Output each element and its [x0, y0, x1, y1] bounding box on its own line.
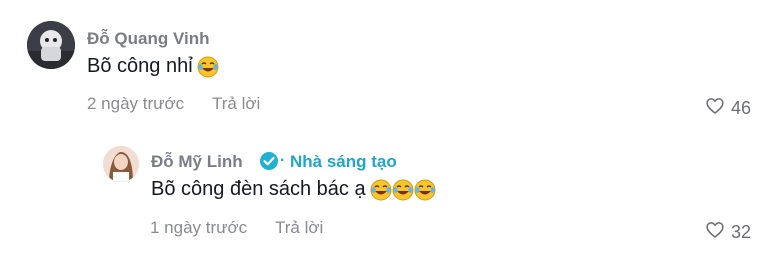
- heart-outline-icon: [705, 220, 725, 245]
- comment-text: Bõ công đèn sách bác ạ: [151, 178, 436, 201]
- like-button[interactable]: 46: [705, 96, 751, 121]
- like-count: 46: [731, 98, 752, 118]
- like-button[interactable]: 32: [705, 220, 751, 245]
- reply-button[interactable]: Trả lời: [212, 94, 260, 114]
- comment-time: 2 ngày trước: [87, 94, 185, 113]
- comment-text-content: Bõ công nhỉ: [87, 55, 193, 77]
- comment-text: Bõ công nhỉ: [87, 55, 219, 78]
- heart-outline-icon: [705, 96, 725, 121]
- username[interactable]: Đỗ Quang Vinh: [87, 29, 209, 49]
- laughing-tears-emoji-icon: [370, 179, 392, 201]
- like-count: 32: [731, 222, 752, 242]
- avatar[interactable]: [103, 146, 139, 182]
- username[interactable]: Đỗ Mỹ Linh: [151, 152, 243, 172]
- laughing-tears-emoji-icon: [392, 179, 414, 201]
- laughing-tears-emoji-icon: [197, 56, 219, 78]
- reply-button[interactable]: Trả lời: [275, 218, 323, 238]
- creator-badge: Nhà sáng tạo: [290, 152, 397, 171]
- comment-time: 1 ngày trước: [150, 218, 248, 237]
- comment-text-content: Bõ công đèn sách bác ạ: [151, 178, 366, 200]
- laughing-tears-emoji-icon: [414, 179, 436, 201]
- separator-dot: ·: [280, 152, 286, 169]
- avatar[interactable]: [27, 21, 75, 69]
- verified-check-icon: [259, 151, 279, 171]
